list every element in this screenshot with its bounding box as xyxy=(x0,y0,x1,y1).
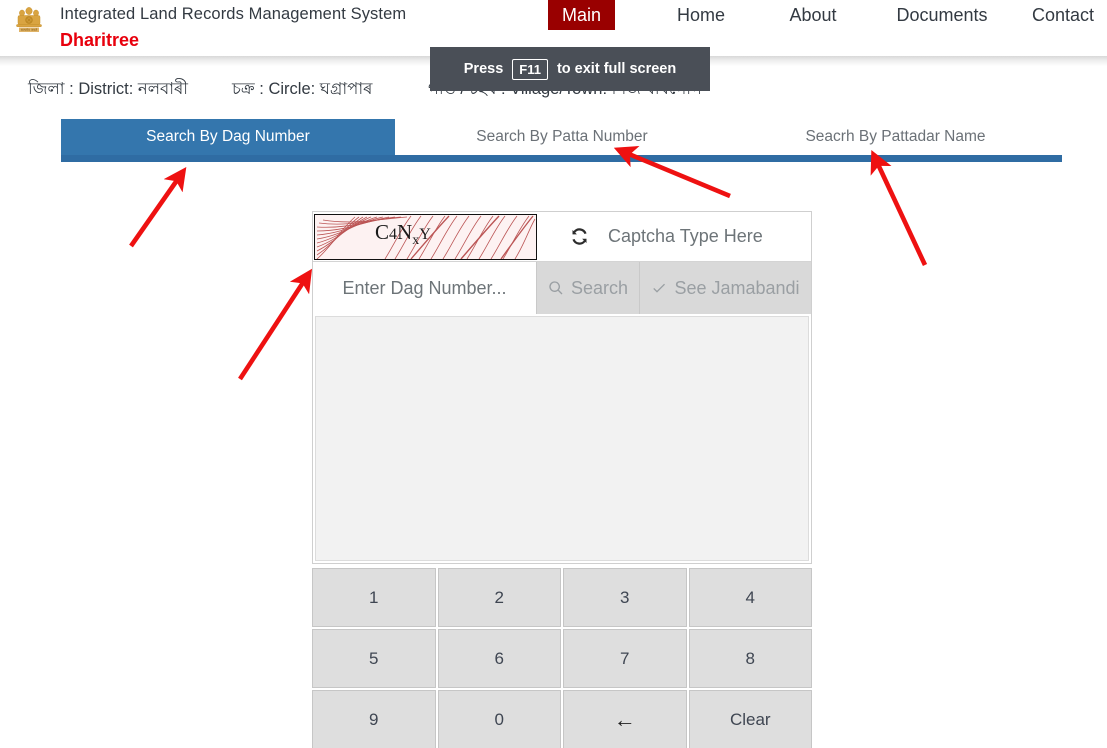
key-1[interactable]: 1 xyxy=(312,568,436,627)
search-button-label: Search xyxy=(570,277,629,298)
toast-after-text: to exit full screen xyxy=(556,61,677,77)
arrow-to-pattadar-tab xyxy=(870,149,928,266)
tabs-underline xyxy=(61,155,1062,162)
arrow-to-dag-tab xyxy=(129,166,187,248)
key-0[interactable]: 0 xyxy=(437,690,561,748)
top-navigation: Main Home About Documents Contact xyxy=(540,0,1107,32)
nav-item-documents[interactable]: Documents xyxy=(872,0,1012,30)
key-7[interactable]: 7 xyxy=(563,629,687,688)
key-2[interactable]: 2 xyxy=(437,568,561,627)
location-circle: চক্ৰ : Circle: ঘগ্ৰাপাৰ xyxy=(232,80,373,98)
refresh-icon[interactable] xyxy=(569,226,590,247)
key-clear[interactable]: Clear xyxy=(688,690,812,748)
search-card: C4NxY Captcha Type Here Search xyxy=(312,211,812,564)
fullscreen-toast: Press F11 to exit full screen xyxy=(430,47,710,91)
location-district: জিলা : District: নলবাৰী xyxy=(28,80,189,98)
toast-before-text: Press xyxy=(463,61,504,77)
key-9[interactable]: 9 xyxy=(312,690,436,748)
dag-number-input[interactable] xyxy=(313,262,536,314)
dag-input-row: Search See Jamabandi xyxy=(313,262,811,314)
nav-item-main[interactable]: Main xyxy=(548,0,616,30)
key-8[interactable]: 8 xyxy=(688,629,812,688)
page-root: सत्यमेव जयते Integrated Land Records Man… xyxy=(0,0,1107,748)
captcha-input[interactable]: Captcha Type Here xyxy=(608,226,763,247)
key-4[interactable]: 4 xyxy=(688,568,812,627)
see-jamabandi-button[interactable]: See Jamabandi xyxy=(639,262,811,314)
captcha-value: C4NxY xyxy=(375,220,431,249)
search-results-panel xyxy=(315,316,809,561)
india-emblem-icon: सत्यमेव जयते xyxy=(12,2,46,36)
key-backspace[interactable]: ← xyxy=(563,690,687,748)
captcha-input-area: Captcha Type Here xyxy=(537,226,811,247)
arrow-to-dag-input xyxy=(238,268,313,381)
check-icon xyxy=(653,283,666,293)
nav-item-contact[interactable]: Contact xyxy=(1018,0,1107,30)
numeric-keypad: 1 2 3 4 5 6 7 8 9 0 ← Clear xyxy=(312,568,812,748)
toast-key-f11: F11 xyxy=(512,58,548,80)
tab-search-by-patta-number[interactable]: Search By Patta Number xyxy=(395,119,729,155)
tab-search-by-dag-number[interactable]: Search By Dag Number xyxy=(61,119,395,155)
search-tabs: Search By Dag Number Search By Patta Num… xyxy=(61,119,1062,155)
tab-search-by-pattadar-name[interactable]: Seacrh By Pattadar Name xyxy=(729,119,1062,155)
key-5[interactable]: 5 xyxy=(312,629,436,688)
see-jamabandi-label: See Jamabandi xyxy=(674,277,800,298)
key-6[interactable]: 6 xyxy=(437,629,561,688)
search-icon xyxy=(549,281,563,295)
search-button[interactable]: Search xyxy=(536,262,639,314)
nav-item-about[interactable]: About xyxy=(768,0,858,30)
captcha-row: C4NxY Captcha Type Here xyxy=(313,212,811,262)
brand-subtitle: Dharitree xyxy=(60,30,140,50)
captcha-image: C4NxY xyxy=(314,214,537,260)
brand-title: Integrated Land Records Management Syste… xyxy=(60,5,407,23)
key-3[interactable]: 3 xyxy=(563,568,687,627)
svg-text:सत्यमेव जयते: सत्यमेव जयते xyxy=(21,27,38,32)
nav-item-home[interactable]: Home xyxy=(656,0,746,30)
